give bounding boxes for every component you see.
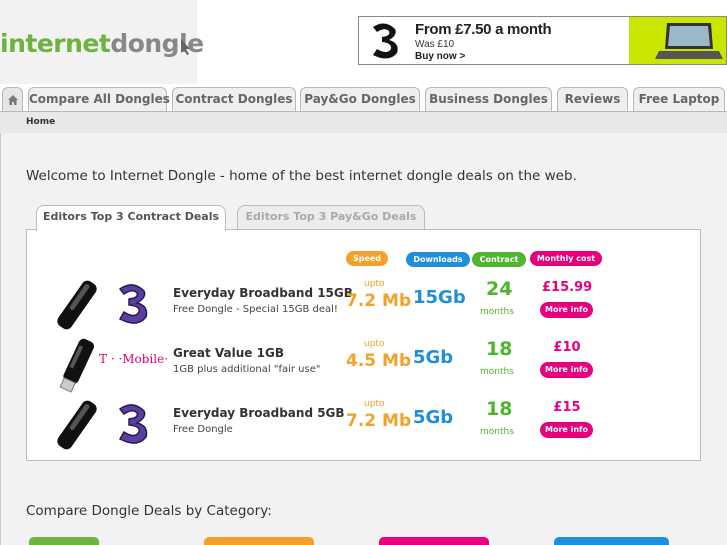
- dongle-icon: [57, 280, 97, 330]
- deal-speed: 7.2 Mb: [346, 411, 412, 431]
- three-logo-icon: [118, 404, 148, 444]
- deal-contract-length: 18: [486, 398, 513, 420]
- deal-description: Free Dongle - Special 15GB deal!: [173, 304, 338, 315]
- tab-business-dongles[interactable]: Business Dongles: [425, 87, 552, 112]
- deal-contract-length: 24: [486, 278, 513, 300]
- tab-contract-dongles[interactable]: Contract Dongles: [172, 87, 296, 112]
- tab-paygo-deals[interactable]: Editors Top 3 Pay&Go Deals: [237, 205, 425, 230]
- home-icon: [7, 95, 18, 105]
- breadcrumb-bar: Home: [0, 111, 727, 133]
- deal-speed: 7.2 Mb: [346, 291, 412, 311]
- tab-paygo-dongles[interactable]: Pay&Go Dongles: [300, 87, 420, 112]
- downloads-header: Downloads: [406, 252, 470, 267]
- deal-description: 1GB plus additional "fair use": [173, 364, 321, 375]
- speed-upto: upto: [364, 339, 385, 349]
- more-info-button[interactable]: More info: [540, 302, 593, 318]
- welcome-text: Welcome to Internet Dongle - home of the…: [26, 168, 577, 184]
- more-info-button[interactable]: More info: [540, 362, 593, 378]
- monthly-cost-header: Monthly cost: [530, 251, 602, 266]
- tab-contract-deals[interactable]: Editors Top 3 Contract Deals: [36, 205, 226, 231]
- laptop-icon: [655, 23, 723, 59]
- three-logo-icon: [373, 23, 398, 59]
- deal-description: Free Dongle: [173, 424, 233, 435]
- banner-was-price: Was £10: [415, 39, 455, 50]
- speed-header: Speed: [346, 251, 388, 266]
- deal-name: Everyday Broadband 5GB: [173, 406, 345, 420]
- deal-downloads: 5Gb: [413, 347, 454, 368]
- deal-row: T · ·Mobile· Great Value 1GB 1GB plus ad…: [27, 334, 702, 394]
- dongle-icon: [59, 338, 95, 393]
- dongle-icon: [57, 400, 97, 450]
- deal-months-label: months: [480, 307, 514, 317]
- category-link-peek[interactable]: [204, 537, 314, 545]
- deal-name: Great Value 1GB: [173, 346, 284, 360]
- deal-name: Everyday Broadband 15GB: [173, 286, 353, 300]
- banner-buy-now[interactable]: Buy now >: [415, 51, 465, 62]
- tab-reviews[interactable]: Reviews: [557, 87, 628, 112]
- cursor-icon: [181, 39, 190, 55]
- deal-downloads: 5Gb: [413, 407, 454, 428]
- deal-months-label: months: [480, 367, 514, 377]
- deal-row: Everyday Broadband 5GB Free Dongle upto …: [27, 394, 702, 454]
- deal-contract-length: 18: [486, 338, 513, 360]
- deal-price: £15.99: [542, 280, 593, 295]
- main-nav: Compare All Dongles Contract Dongles Pay…: [0, 84, 727, 112]
- speed-upto: upto: [364, 279, 385, 289]
- category-link-peek[interactable]: [554, 537, 669, 545]
- deal-speed: 4.5 Mb: [346, 351, 412, 371]
- deal-price: £10: [553, 340, 581, 355]
- header: internetdongle From £7.50 a month Was £1…: [0, 0, 727, 84]
- logo-area: internetdongle: [0, 0, 204, 84]
- category-link-peek[interactable]: [29, 537, 99, 545]
- banner-title: From £7.50 a month: [415, 21, 552, 38]
- deal-months-label: months: [480, 427, 514, 437]
- deal-row: Everyday Broadband 15GB Free Dongle - Sp…: [27, 274, 702, 334]
- deals-panel: Speed Downloads Contract Monthly cost Ev…: [26, 229, 701, 461]
- deal-downloads: 15Gb: [413, 287, 466, 308]
- site-logo[interactable]: internetdongle: [0, 29, 204, 58]
- category-link-peek[interactable]: [379, 537, 489, 545]
- contract-header: Contract: [472, 252, 526, 267]
- three-logo-icon: [118, 284, 148, 324]
- breadcrumb[interactable]: Home: [26, 117, 55, 127]
- deal-price: £15: [553, 400, 581, 415]
- speed-upto: upto: [364, 399, 385, 409]
- tab-free-laptop[interactable]: Free Laptop: [633, 87, 725, 112]
- compare-heading: Compare Dongle Deals by Category:: [26, 503, 272, 519]
- t-mobile-logo: T · ·Mobile·: [99, 352, 169, 366]
- ad-banner[interactable]: From £7.50 a month Was £10 Buy now >: [358, 16, 727, 65]
- more-info-button[interactable]: More info: [540, 422, 593, 438]
- main-content: Welcome to Internet Dongle - home of the…: [0, 133, 727, 545]
- tab-compare-all-dongles[interactable]: Compare All Dongles: [28, 87, 170, 112]
- tab-home[interactable]: [2, 87, 23, 112]
